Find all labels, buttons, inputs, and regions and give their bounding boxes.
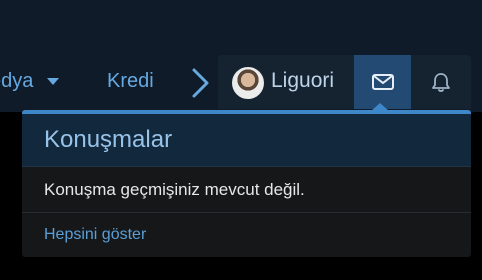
menu-header: Konuşmalar — [22, 114, 471, 167]
alerts-button[interactable] — [411, 55, 471, 109]
chevron-down-icon[interactable] — [47, 77, 60, 85]
username[interactable]: Liguori — [271, 69, 334, 93]
nav-item-kredi[interactable]: Kredi — [107, 62, 154, 100]
conversations-dropdown-menu: Konuşmalar Konuşma geçmişiniz mevcut değ… — [22, 110, 471, 257]
chevron-right-icon[interactable] — [188, 66, 212, 100]
menu-title[interactable]: Konuşmalar — [44, 126, 172, 154]
menu-divider — [22, 212, 471, 213]
mail-icon — [371, 74, 394, 90]
empty-conversations-message: Konuşma geçmişiniz mevcut değil. — [44, 180, 305, 199]
nav-item-medya[interactable]: edya — [0, 62, 60, 100]
bell-icon — [432, 73, 450, 92]
nav-item-label: edya — [0, 69, 34, 92]
user-account-menu[interactable]: Liguori — [218, 55, 354, 109]
show-all-link[interactable]: Hepsini göster — [44, 226, 146, 244]
conversations-button[interactable] — [354, 55, 411, 109]
avatar[interactable] — [232, 67, 264, 99]
nav-item-label: Kredi — [107, 69, 154, 92]
top-navigation-bar: edya Kredi Liguori — [0, 0, 482, 112]
